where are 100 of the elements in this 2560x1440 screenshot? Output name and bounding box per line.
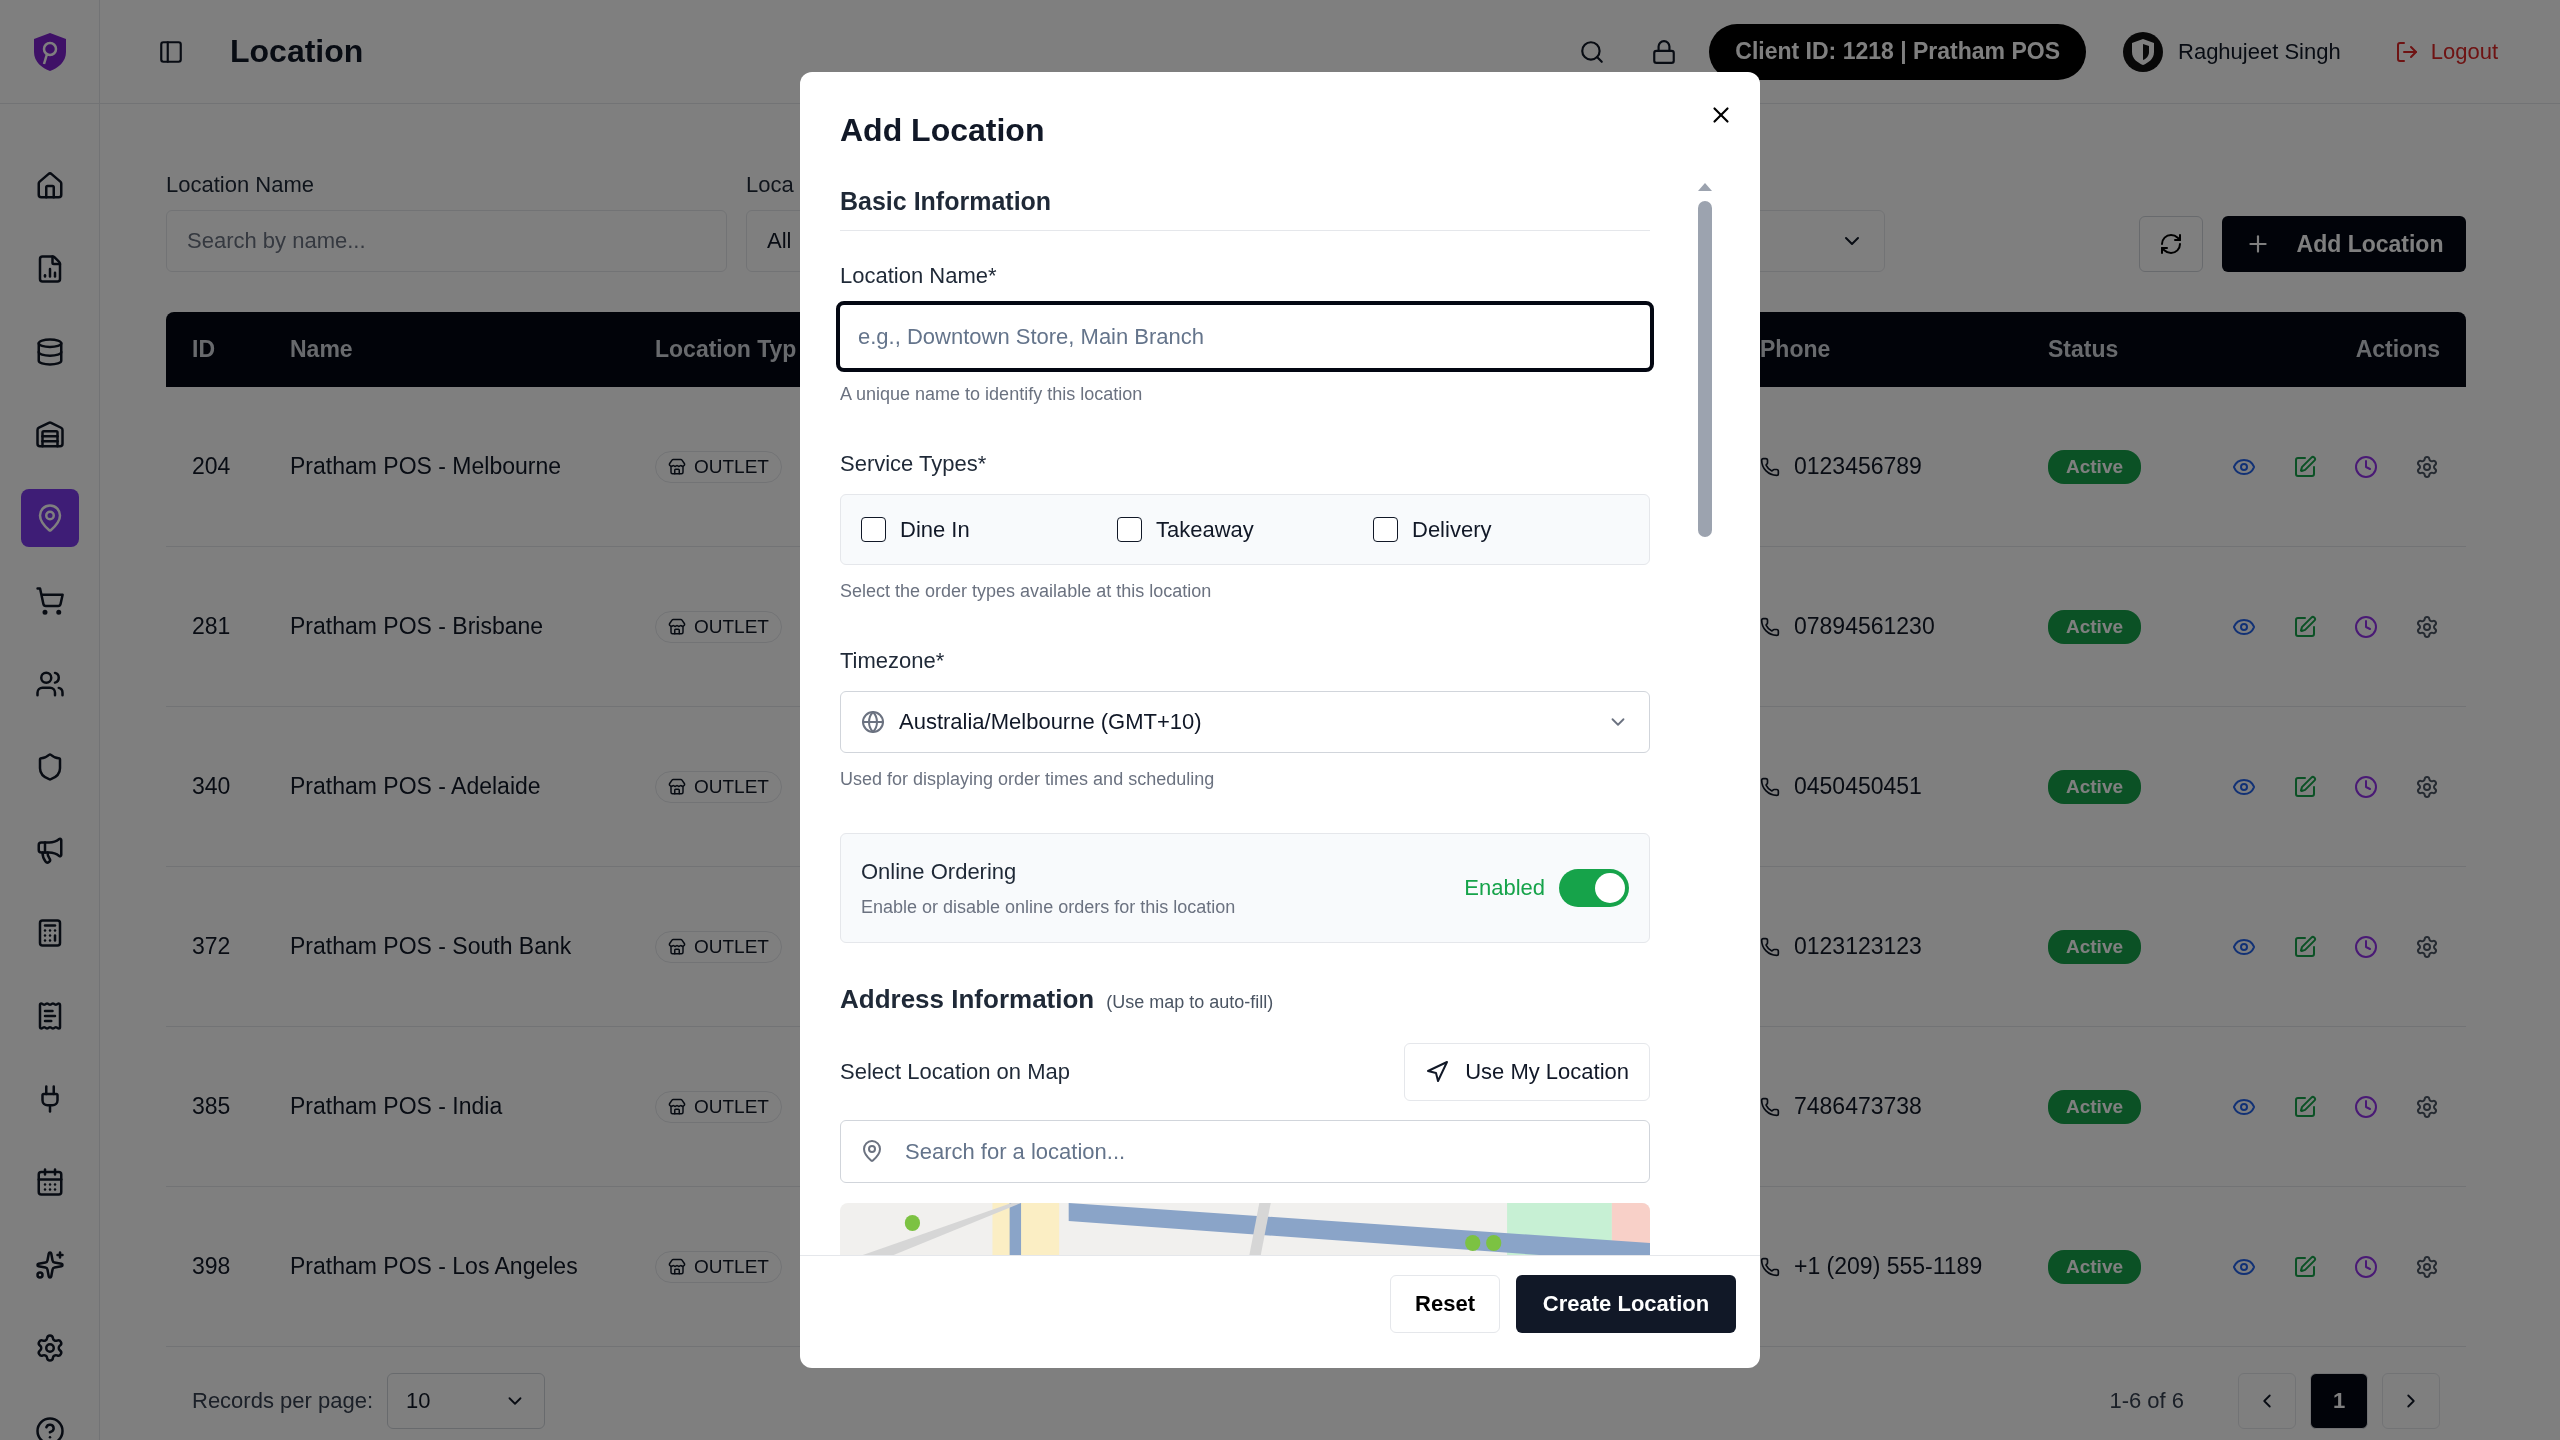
column-header: ID bbox=[191, 336, 216, 363]
gear-icon bbox=[2415, 1254, 2439, 1279]
settings-button[interactable] bbox=[2415, 934, 2439, 959]
scroll-up-icon[interactable] bbox=[1698, 183, 1712, 191]
create-location-button[interactable]: Create Location bbox=[1516, 1275, 1736, 1333]
refresh-button[interactable] bbox=[2139, 216, 2203, 272]
store-icon bbox=[668, 617, 686, 636]
service-type-checkbox[interactable]: Takeaway bbox=[1117, 516, 1373, 543]
column-header: Name bbox=[290, 336, 354, 363]
settings-button[interactable] bbox=[2415, 454, 2439, 479]
user-name: Raghujeet Singh bbox=[2178, 38, 2341, 65]
field-label: Select Location on Map bbox=[840, 1059, 1070, 1085]
status-badge: Active bbox=[2048, 929, 2142, 964]
checkbox-label: Dine In bbox=[900, 516, 970, 543]
history-button[interactable] bbox=[2354, 614, 2378, 639]
edit-button[interactable] bbox=[2293, 1094, 2317, 1119]
user-avatar bbox=[2122, 30, 2164, 73]
page-title: Location bbox=[230, 33, 364, 70]
store-icon bbox=[668, 777, 686, 796]
settings-button[interactable] bbox=[2415, 614, 2439, 639]
history-button[interactable] bbox=[2354, 1254, 2378, 1279]
phone-icon bbox=[1760, 456, 1780, 477]
edit-button[interactable] bbox=[2293, 1254, 2317, 1279]
history-button[interactable] bbox=[2354, 934, 2378, 959]
records-label: Records per page: bbox=[192, 1388, 373, 1414]
settings-button[interactable] bbox=[2415, 774, 2439, 799]
filter-label: Loca bbox=[746, 172, 795, 198]
name-cell-text: Pratham POS - Brisbane bbox=[290, 613, 545, 640]
history-button[interactable] bbox=[2354, 1094, 2378, 1119]
name-cell-text: Pratham POS - Melbourne bbox=[290, 453, 562, 480]
phone-cell: 0123456789 bbox=[1760, 453, 2048, 480]
add-location-button[interactable]: Add Location bbox=[2222, 216, 2466, 272]
settings-button[interactable] bbox=[2415, 1094, 2439, 1119]
location-name-field[interactable]: e.g., Downtown Store, Main Branch bbox=[836, 301, 1654, 372]
field-hint: A unique name to identify this location bbox=[840, 384, 1144, 405]
card-description: Enable or disable online orders for this location bbox=[861, 896, 1237, 918]
gear-icon bbox=[2415, 614, 2439, 639]
service-type-checkbox[interactable]: Dine In bbox=[861, 516, 1117, 543]
clock-icon bbox=[2354, 614, 2378, 639]
column-header: Status bbox=[2048, 336, 2120, 363]
calendar-icon bbox=[34, 1167, 65, 1197]
status-badge: Active bbox=[2048, 1249, 2142, 1284]
name-cell-text: Pratham POS - South Bank bbox=[290, 933, 573, 960]
location-search-field[interactable]: Search for a location... bbox=[840, 1120, 1650, 1183]
edit-icon bbox=[2293, 1254, 2317, 1279]
edit-icon bbox=[2293, 1094, 2317, 1119]
store-icon bbox=[668, 1257, 686, 1276]
edit-icon bbox=[2293, 934, 2317, 959]
per-page-select[interactable]: 10 bbox=[387, 1373, 545, 1429]
edit-icon bbox=[2293, 614, 2317, 639]
dialog-title: Add Location bbox=[840, 112, 1046, 149]
sidebar-item[interactable] bbox=[20, 489, 79, 547]
phone-cell: 0123123123 bbox=[1760, 933, 2048, 960]
id-cell-text: 204 bbox=[191, 453, 232, 480]
gear-icon bbox=[2415, 774, 2439, 799]
edit-icon bbox=[2293, 454, 2317, 479]
online-ordering-switch[interactable] bbox=[1559, 869, 1629, 907]
phone-cell: +1 (209) 555-1189 bbox=[1760, 1253, 2048, 1280]
map-pin-icon bbox=[860, 1139, 884, 1163]
phone-icon bbox=[1760, 936, 1780, 957]
filter-label: Location Name bbox=[166, 172, 315, 198]
phone-icon bbox=[1760, 776, 1780, 797]
timezone-select[interactable]: Australia/Melbourne (GMT+10) bbox=[840, 691, 1650, 753]
store-icon bbox=[668, 937, 686, 956]
page-button[interactable]: 1 bbox=[2310, 1373, 2368, 1429]
store-icon bbox=[668, 457, 686, 476]
name-cell-text: Pratham POS - India bbox=[290, 1093, 504, 1120]
id-cell-text: 385 bbox=[191, 1093, 232, 1120]
id-cell-text: 281 bbox=[191, 613, 232, 640]
service-type-checkbox[interactable]: Delivery bbox=[1373, 516, 1629, 543]
scrollbar-thumb[interactable] bbox=[1698, 201, 1712, 537]
use-my-location-button[interactable]: Use My Location bbox=[1404, 1043, 1650, 1101]
history-button[interactable] bbox=[2354, 774, 2378, 799]
status-badge: Active bbox=[2048, 1089, 2142, 1124]
client-badge: Client ID: 1218 | Pratham POS bbox=[1709, 23, 2086, 80]
field-hint: Select the order types available at this location bbox=[840, 581, 1213, 602]
search-field[interactable]: Search by name... bbox=[166, 210, 727, 272]
edit-button[interactable] bbox=[2293, 454, 2317, 479]
clock-icon bbox=[2354, 774, 2378, 799]
section-heading: Address Information bbox=[840, 984, 1095, 1015]
id-cell-text: 372 bbox=[191, 933, 232, 960]
edit-button[interactable] bbox=[2293, 614, 2317, 639]
lock-icon bbox=[1651, 38, 1678, 65]
column-header: Location Typ bbox=[655, 336, 798, 363]
name-cell-text: Pratham POS - Los Angeles bbox=[290, 1253, 579, 1280]
home-icon bbox=[34, 171, 65, 201]
settings-button[interactable] bbox=[2415, 1254, 2439, 1279]
sparkles-icon bbox=[34, 1250, 65, 1280]
card-title: Online Ordering bbox=[861, 858, 1018, 885]
status-badge: Active bbox=[2048, 449, 2142, 484]
settings-icon bbox=[34, 1333, 65, 1363]
field-hint: Used for displaying order times and scheduling bbox=[840, 769, 1216, 790]
edit-button[interactable] bbox=[2293, 934, 2317, 959]
column-header: Actions bbox=[2354, 336, 2441, 363]
history-button[interactable] bbox=[2354, 454, 2378, 479]
panel-icon bbox=[158, 38, 184, 65]
reset-button[interactable]: Reset bbox=[1390, 1275, 1500, 1333]
warehouse-icon bbox=[34, 420, 65, 450]
gear-icon bbox=[2415, 1094, 2439, 1119]
edit-button[interactable] bbox=[2293, 774, 2317, 799]
